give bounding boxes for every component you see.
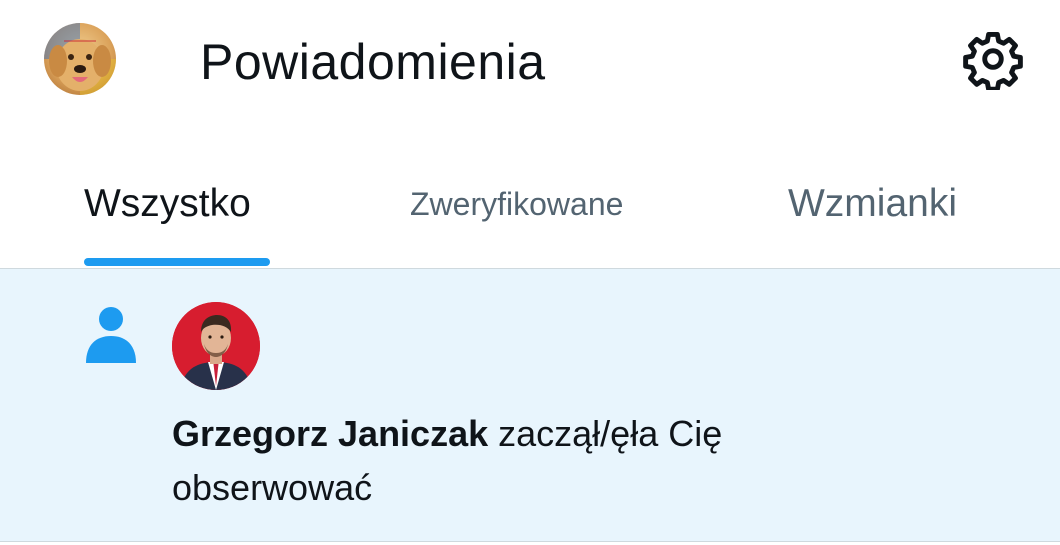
user-photo xyxy=(172,302,260,390)
tab-verified-label: Zweryfikowane xyxy=(410,186,624,222)
tab-mentions-label: Wzmianki xyxy=(788,182,958,225)
page-title: Powiadomienia xyxy=(200,34,546,90)
user-avatar[interactable] xyxy=(172,302,260,390)
notification-action: zaczął/ęła Cię xyxy=(498,413,723,454)
person-icon xyxy=(84,305,138,363)
notification-text: Grzegorz Janiczak zaczął/ęła Cię obserwo… xyxy=(172,407,872,515)
dog-avatar-image xyxy=(44,23,116,95)
active-tab-indicator xyxy=(84,258,270,266)
tab-verified[interactable]: Zweryfikowane xyxy=(410,160,655,269)
settings-button[interactable] xyxy=(962,28,1024,90)
notification-tabs: Wszystko Zweryfikowane Wzmianki xyxy=(0,160,1060,269)
tab-all[interactable]: Wszystko xyxy=(84,160,274,269)
notification-item[interactable]: Grzegorz Janiczak zaczął/ęła Cię obserwo… xyxy=(0,269,1060,542)
top-bar: Powiadomienia xyxy=(0,0,1060,125)
tab-mentions[interactable]: Wzmianki xyxy=(788,160,988,269)
notification-user-name[interactable]: Grzegorz Janiczak xyxy=(172,413,488,454)
gear-icon xyxy=(963,32,1023,90)
profile-avatar[interactable] xyxy=(44,23,116,95)
notification-action-continued: obserwować xyxy=(172,467,373,508)
tab-all-label: Wszystko xyxy=(84,182,251,225)
